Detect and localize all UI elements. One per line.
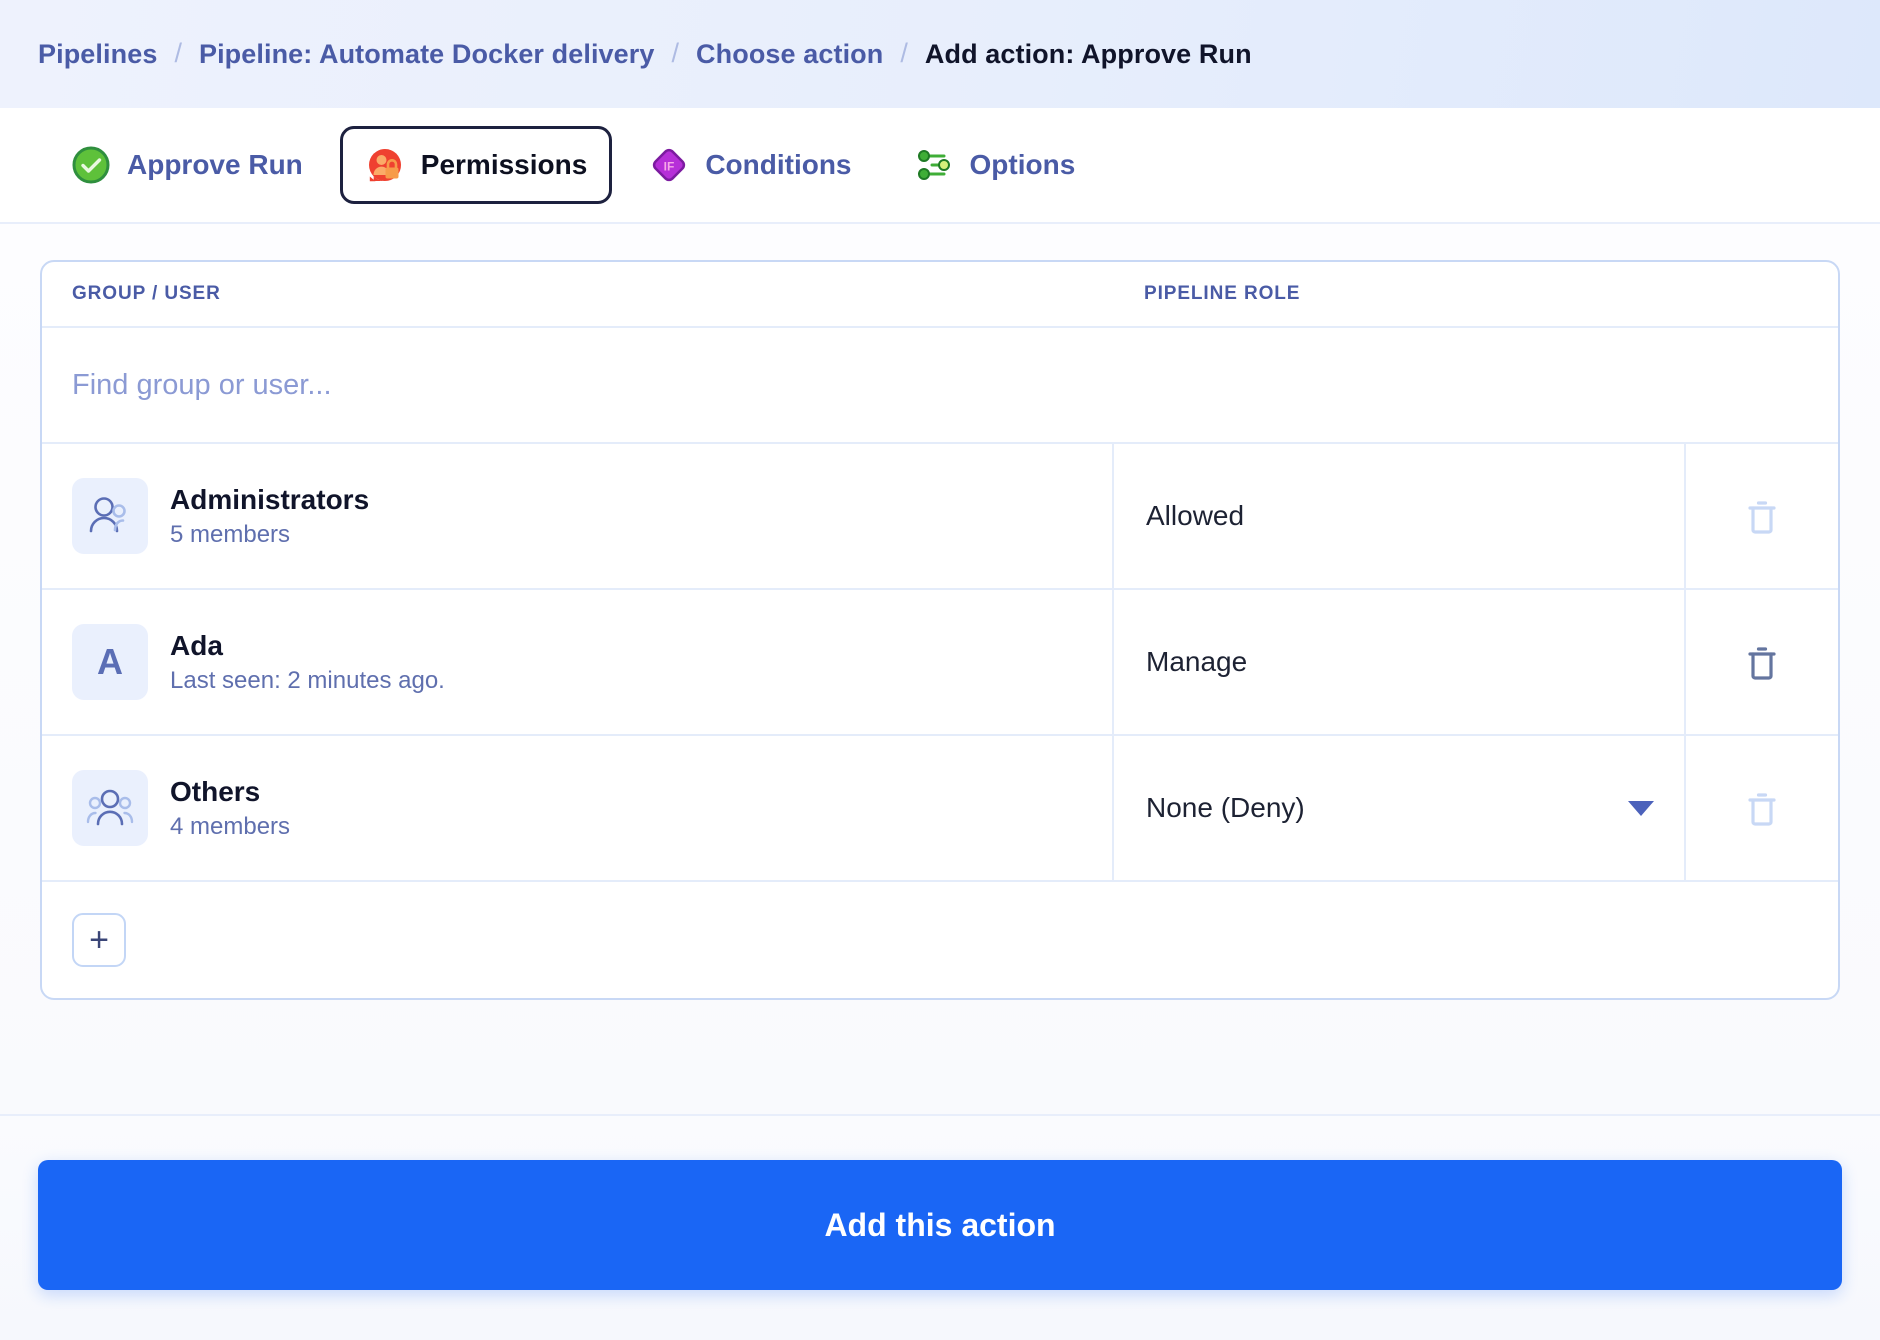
permissions-table-header: GROUP / USER PIPELINE ROLE — [42, 262, 1838, 328]
breadcrumb-bar: Pipelines / Pipeline: Automate Docker de… — [0, 0, 1880, 108]
cell-group-user: Administrators 5 members — [42, 444, 1114, 588]
cell-group-user: Others 4 members — [42, 736, 1114, 880]
column-header-pipeline-role: PIPELINE ROLE — [1144, 283, 1838, 305]
svg-text:IF: IF — [664, 160, 675, 174]
tab-permissions[interactable]: Permissions — [340, 126, 613, 204]
cell-pipeline-role[interactable]: Manage — [1114, 590, 1686, 734]
person-lock-icon — [365, 145, 405, 185]
tab-approve-run-label: Approve Run — [127, 149, 303, 181]
table-row: A Ada Last seen: 2 minutes ago. Manage — [42, 590, 1838, 736]
cell-pipeline-role-dropdown[interactable]: None (Deny) — [1114, 736, 1686, 880]
add-row: + — [42, 882, 1838, 998]
breadcrumb-item-current: Add action: Approve Run — [925, 39, 1252, 70]
cell-pipeline-role[interactable]: Allowed — [1114, 444, 1686, 588]
two-people-icon — [72, 478, 148, 554]
chevron-down-icon[interactable] — [1628, 801, 1654, 816]
tab-conditions[interactable]: IF Conditions — [624, 126, 876, 204]
principal-text: Ada Last seen: 2 minutes ago. — [170, 631, 445, 693]
trash-icon[interactable] — [1745, 789, 1779, 827]
footer-bar: Add this action — [0, 1114, 1880, 1340]
add-principal-button[interactable]: + — [72, 913, 126, 967]
trash-icon[interactable] — [1745, 497, 1779, 535]
breadcrumb-item-pipelines[interactable]: Pipelines — [38, 39, 157, 70]
breadcrumb-item-choose-action[interactable]: Choose action — [696, 39, 883, 70]
check-circle-icon — [71, 145, 111, 185]
tab-approve-run[interactable]: Approve Run — [46, 126, 328, 204]
search-row — [42, 328, 1838, 444]
tab-conditions-label: Conditions — [705, 149, 851, 181]
principal-name: Others — [170, 777, 290, 806]
action-tabbar: Approve Run Permissions IF — [0, 108, 1880, 224]
tab-options-label: Options — [970, 149, 1076, 181]
permissions-table-card: GROUP / USER PIPELINE ROLE — [40, 260, 1840, 1000]
role-value: Manage — [1146, 646, 1247, 678]
cell-delete[interactable] — [1686, 736, 1838, 880]
role-value: None (Deny) — [1146, 792, 1305, 824]
cell-delete[interactable] — [1686, 444, 1838, 588]
breadcrumb-separator-icon: / — [157, 38, 199, 69]
principal-subtitle: Last seen: 2 minutes ago. — [170, 668, 445, 693]
tab-permissions-label: Permissions — [421, 149, 588, 181]
add-this-action-button[interactable]: Add this action — [38, 1160, 1842, 1290]
principal-name: Administrators — [170, 485, 369, 514]
principal-subtitle: 5 members — [170, 522, 369, 547]
table-row: Others 4 members None (Deny) — [42, 736, 1838, 882]
add-action-permissions-screen: Pipelines / Pipeline: Automate Docker de… — [0, 0, 1880, 1340]
principal-name: Ada — [170, 631, 445, 660]
breadcrumb-separator-icon: / — [883, 38, 925, 69]
trash-icon[interactable] — [1745, 643, 1779, 681]
role-value: Allowed — [1146, 500, 1244, 532]
principal-text: Administrators 5 members — [170, 485, 369, 547]
principal-text: Others 4 members — [170, 777, 290, 839]
tab-options[interactable]: Options — [889, 126, 1101, 204]
breadcrumb-separator-icon: / — [655, 38, 697, 69]
cell-delete[interactable] — [1686, 590, 1838, 734]
table-row: Administrators 5 members Allowed — [42, 444, 1838, 590]
cell-group-user: A Ada Last seen: 2 minutes ago. — [42, 590, 1114, 734]
three-people-icon — [72, 770, 148, 846]
principal-subtitle: 4 members — [170, 814, 290, 839]
search-input[interactable] — [72, 369, 1808, 402]
sliders-icon — [914, 145, 954, 185]
breadcrumb-item-pipeline[interactable]: Pipeline: Automate Docker delivery — [199, 39, 655, 70]
permissions-content: GROUP / USER PIPELINE ROLE — [0, 224, 1880, 1114]
if-diamond-icon: IF — [649, 145, 689, 185]
avatar: A — [72, 624, 148, 700]
column-header-group-user: GROUP / USER — [72, 283, 1144, 305]
avatar-initial: A — [97, 641, 123, 683]
breadcrumb: Pipelines / Pipeline: Automate Docker de… — [38, 39, 1252, 70]
